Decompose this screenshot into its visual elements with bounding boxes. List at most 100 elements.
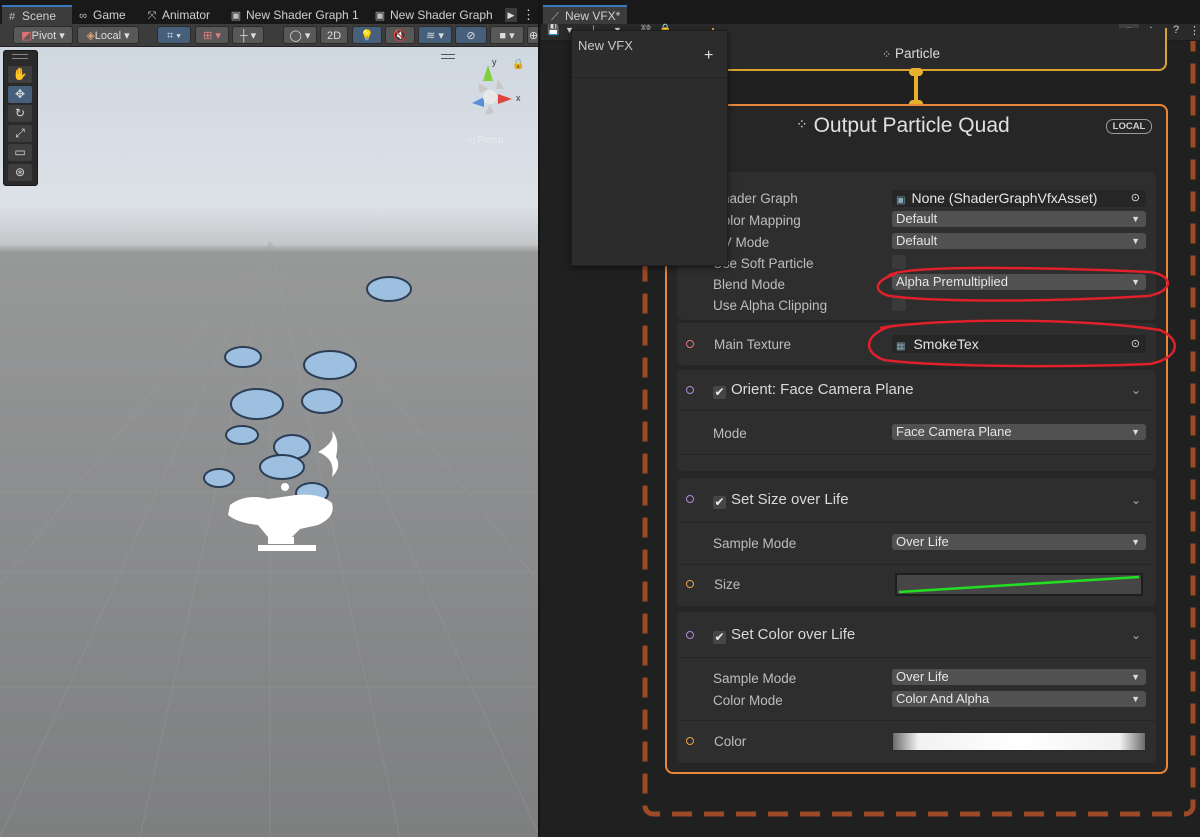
move-tool-button[interactable]: ✥ — [8, 86, 32, 103]
color-title: ✔ Set Color over Life — [713, 626, 855, 644]
size-label: Size — [714, 577, 741, 592]
rect-icon: ▭ — [14, 145, 26, 159]
effects-dropdown[interactable]: ≋ ▾ — [418, 26, 452, 44]
grid-icon: ⌗ ▾ — [167, 30, 181, 42]
rotate-tool-button[interactable]: ↻ — [8, 105, 32, 122]
audio-toggle[interactable]: 🔇 — [385, 26, 415, 44]
enable-checkbox[interactable]: ✔ — [713, 631, 726, 644]
space-badge[interactable]: LOCAL — [1106, 119, 1152, 134]
blackboard-panel[interactable]: New VFX + — [571, 30, 728, 266]
orient-mode-dropdown[interactable]: Face Camera Plane ▼ — [892, 424, 1146, 440]
block-separator — [677, 720, 1156, 721]
more-tabs-arrow-icon[interactable]: ▶ — [505, 8, 517, 22]
help-icon[interactable]: ? — [1173, 24, 1179, 36]
soft-particle-checkbox[interactable] — [892, 255, 906, 269]
flow-input-port[interactable] — [686, 495, 694, 503]
snap-increment-button[interactable]: ⊞ ▾ — [195, 26, 229, 44]
local-icon: ◈ — [86, 30, 95, 42]
color-sample-dropdown[interactable]: Over Life ▼ — [892, 669, 1146, 685]
tab-game[interactable]: ∞ Game — [77, 6, 126, 24]
shader-graph-field[interactable]: ▣ None (ShaderGraphVfxAsset) ⊙ — [892, 190, 1146, 207]
axis-y-label: y — [492, 57, 497, 67]
palette-handle[interactable] — [12, 54, 28, 59]
collapse-chevron-icon[interactable]: ⌄ — [1131, 383, 1141, 397]
orient-title-text: Orient: Face Camera Plane — [731, 381, 914, 398]
rect-tool-button[interactable]: ▭ — [8, 144, 32, 161]
globe-icon: ⊕ — [528, 30, 539, 42]
size-curve-field[interactable] — [895, 573, 1143, 596]
grid-visibility-button[interactable]: ┼ ▾ — [232, 26, 264, 44]
dropdown-arrow-icon: ▼ — [1131, 672, 1140, 682]
perspective-label[interactable]: ◁ Persp — [467, 135, 504, 146]
color-sample-label: Sample Mode — [713, 671, 797, 686]
color-mode-label: Color Mode — [713, 693, 783, 708]
main-texture-label: Main Texture — [714, 337, 792, 352]
enable-checkbox[interactable]: ✔ — [713, 386, 726, 399]
collapse-chevron-icon[interactable]: ⌄ — [1131, 493, 1141, 507]
color-mode-dropdown[interactable]: Color And Alpha ▼ — [892, 691, 1146, 707]
scale-tool-button[interactable]: ⤢ — [8, 125, 32, 142]
input-port[interactable] — [686, 737, 694, 745]
property-label: Use Alpha Clipping — [713, 298, 828, 313]
lightbulb-icon: 💡 — [360, 30, 374, 42]
tab-new-shader-graph-1[interactable]: ▣ New Shader Graph 1 — [230, 6, 359, 24]
hidden-objects-toggle[interactable]: ⊘ — [455, 26, 487, 44]
blend-mode-dropdown[interactable]: Alpha Premultiplied ▼ — [892, 274, 1146, 290]
grid-lines-icon: ┼ ▾ — [239, 30, 257, 42]
audio-icon: 🔇 — [393, 30, 407, 42]
pivot-dropdown[interactable]: ◩Pivot ▾ — [13, 26, 73, 44]
size-sample-dropdown[interactable]: Over Life ▼ — [892, 534, 1146, 550]
grid-snap-button[interactable]: ⌗ ▾ — [157, 26, 191, 44]
axis-x-label: x — [516, 93, 521, 103]
tab-label: New Shader Graph — [390, 8, 493, 22]
overlay-menu-handle[interactable] — [441, 54, 455, 59]
transform-tool-button[interactable]: ⊛ — [8, 164, 32, 181]
move-icon: ✥ — [14, 87, 26, 101]
orient-mode-label: Mode — [713, 426, 747, 441]
camera-dropdown[interactable]: ■ ▾ — [490, 26, 524, 44]
vfx-tab-bar: ⟋ New VFX* — [541, 0, 1200, 25]
main-texture-field[interactable]: ▦ SmokeTex ⊙ — [892, 335, 1146, 353]
lock-icon[interactable]: 🔒 — [512, 59, 524, 70]
tab-scene[interactable]: # Scene — [2, 5, 72, 25]
input-port[interactable] — [686, 580, 694, 588]
flow-input-port[interactable] — [686, 631, 694, 639]
tab-label: Scene — [22, 9, 57, 23]
save-icon[interactable]: 💾 — [547, 25, 559, 36]
tab-new-vfx[interactable]: ⟋ New VFX* — [543, 5, 627, 25]
color-gradient-field[interactable] — [892, 732, 1146, 751]
output-title-text: Output Particle Quad — [813, 114, 1010, 137]
tab-new-shader-graph[interactable]: ▣ New Shader Graph — [374, 6, 493, 24]
tab-animator[interactable]: ⤧ Animator — [146, 6, 210, 24]
input-port[interactable] — [686, 340, 694, 348]
dropdown-arrow-icon: ▼ — [1131, 277, 1140, 287]
hand-icon: ✋ — [12, 67, 28, 81]
collapse-chevron-icon[interactable]: ⌄ — [1131, 628, 1141, 642]
2d-label: 2D — [326, 30, 342, 42]
local-dropdown[interactable]: ◈Local ▾ — [77, 26, 139, 44]
draw-mode-dropdown[interactable]: ◯ ▾ — [283, 26, 317, 44]
size-sample-value: Over Life — [896, 534, 949, 549]
particle-output-icon: ⁘ — [796, 116, 808, 132]
enable-checkbox[interactable]: ✔ — [713, 496, 726, 509]
uv-mode-dropdown[interactable]: Default ▼ — [892, 233, 1146, 249]
color-mapping-dropdown[interactable]: Default ▼ — [892, 211, 1146, 227]
flow-input-port[interactable] — [686, 386, 694, 394]
particle-context[interactable]: ⁘ Particle — [712, 28, 1167, 71]
axis-gizmo-icon — [472, 65, 512, 115]
smoke-particles — [203, 276, 412, 551]
object-picker-icon[interactable]: ⊙ — [1131, 190, 1140, 206]
tab-menu-icon[interactable]: ⋮ — [522, 7, 535, 23]
blackboard-add-button[interactable]: + — [704, 47, 713, 65]
orientation-gizmo[interactable]: x y 🔒 — [462, 57, 524, 123]
shader-graph-icon: ▣ — [230, 10, 242, 22]
hand-tool-button[interactable]: ✋ — [8, 66, 32, 83]
overflow-menu-icon[interactable]: ⋮ — [1189, 24, 1200, 37]
object-picker-icon[interactable]: ⊙ — [1131, 335, 1140, 353]
2d-toggle[interactable]: 2D — [320, 26, 348, 44]
scene-viewport[interactable]: x y 🔒 ◁ Persp — [0, 47, 540, 837]
lighting-toggle[interactable]: 💡 — [352, 26, 382, 44]
flow-port-out[interactable] — [909, 68, 923, 76]
alpha-clipping-checkbox[interactable] — [892, 297, 906, 311]
output-title: ⁘ Output Particle Quad — [796, 114, 1010, 138]
